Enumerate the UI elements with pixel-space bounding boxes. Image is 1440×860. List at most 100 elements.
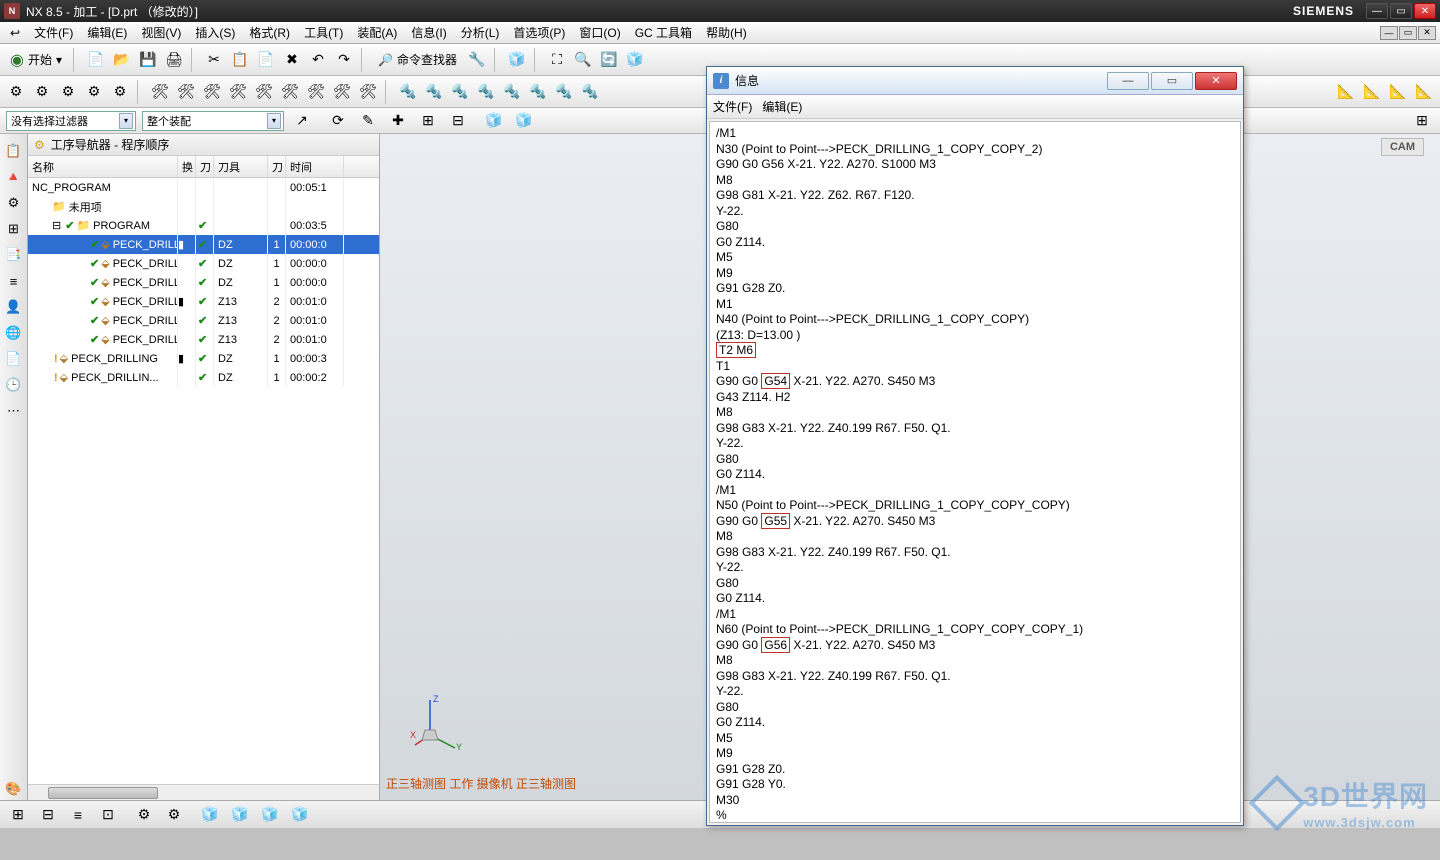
filter-e-icon[interactable]: ⊞	[416, 109, 440, 133]
rail-palette-icon[interactable]: 🎨	[3, 778, 25, 800]
op20-icon[interactable]: 🔩	[526, 80, 550, 104]
undo-icon[interactable]: ↶	[306, 48, 330, 72]
tree-row[interactable]: ✔⬙PECK_DRILL...✔DZ100:00:0	[28, 254, 379, 273]
delete-icon[interactable]: ✖	[280, 48, 304, 72]
info-titlebar[interactable]: i 信息 — ▭ ✕	[707, 67, 1243, 95]
info-menu-edit[interactable]: 编辑(E)	[762, 98, 802, 115]
menu-info[interactable]: 信息(I)	[405, 22, 452, 43]
menu-view[interactable]: 视图(V)	[135, 22, 187, 43]
redo-icon[interactable]: ↷	[332, 48, 356, 72]
save-icon[interactable]: 💾	[136, 48, 160, 72]
op5-icon[interactable]: ⚙	[108, 80, 132, 104]
cut-icon[interactable]: ✂	[202, 48, 226, 72]
mdi-restore-button[interactable]: ▭	[1399, 26, 1417, 40]
op16-icon[interactable]: 🔩	[422, 80, 446, 104]
col-time[interactable]: 时间	[286, 156, 344, 177]
col-change[interactable]: 换	[178, 156, 196, 177]
sb2-icon[interactable]: ⊟	[36, 803, 60, 827]
menu-preferences[interactable]: 首选项(P)	[507, 22, 571, 43]
fit-view-icon[interactable]: ⛶	[545, 48, 569, 72]
sb1-icon[interactable]: ⊞	[6, 803, 30, 827]
command-finder[interactable]: 🔎命令查找器	[372, 48, 463, 72]
opr1-icon[interactable]: 📐	[1334, 80, 1358, 104]
nav-hscroll[interactable]	[28, 784, 379, 800]
col-tool[interactable]: 刀具	[214, 156, 268, 177]
menu-tools[interactable]: 工具(T)	[298, 22, 349, 43]
op13-icon[interactable]: 🛠	[330, 80, 354, 104]
zoom-icon[interactable]: 🔍	[571, 48, 595, 72]
rail-layers-icon[interactable]: ≡	[3, 270, 25, 292]
sb5-icon[interactable]: ⚙	[132, 803, 156, 827]
tree-row[interactable]: ✔⬙PECK_DRILL...▮✔DZ100:00:0	[28, 235, 379, 254]
expand-panel-icon[interactable]: ⊞	[1410, 109, 1434, 133]
filter-a-icon[interactable]: ↗	[290, 109, 314, 133]
info-menu-file[interactable]: 文件(F)	[713, 98, 752, 115]
minimize-button[interactable]: —	[1366, 3, 1388, 19]
op21-icon[interactable]: 🔩	[552, 80, 576, 104]
tree-row[interactable]: NC_PROGRAM00:05:1	[28, 178, 379, 197]
col-name[interactable]: 名称	[28, 156, 178, 177]
menu-file[interactable]: 文件(F)	[28, 22, 79, 43]
close-button[interactable]: ✕	[1414, 3, 1436, 19]
tree-row[interactable]: 📁未用项	[28, 197, 379, 216]
menu-gc-toolbox[interactable]: GC 工具箱	[629, 22, 698, 43]
filter-f-icon[interactable]: ⊟	[446, 109, 470, 133]
op3-icon[interactable]: ⚙	[56, 80, 80, 104]
start-button[interactable]: ◉开始▾	[4, 48, 68, 72]
rail-machine-icon[interactable]: ⚙	[3, 192, 25, 214]
sb10-icon[interactable]: 🧊	[288, 803, 312, 827]
info-minimize-button[interactable]: —	[1107, 72, 1149, 90]
paste-icon[interactable]: 📄	[254, 48, 278, 72]
menu-window[interactable]: 窗口(O)	[573, 22, 626, 43]
opr2-icon[interactable]: 📐	[1360, 80, 1384, 104]
rail-tree-icon[interactable]: ⊞	[3, 218, 25, 240]
op9-icon[interactable]: 🛠	[226, 80, 250, 104]
op10-icon[interactable]: 🛠	[252, 80, 276, 104]
op7-icon[interactable]: 🛠	[174, 80, 198, 104]
menu-analysis[interactable]: 分析(L)	[455, 22, 506, 43]
shade-icon[interactable]: 🧊	[623, 48, 647, 72]
new-file-icon[interactable]: 📄	[84, 48, 108, 72]
op1-icon[interactable]: ⚙	[4, 80, 28, 104]
op18-icon[interactable]: 🔩	[474, 80, 498, 104]
filter-b-icon[interactable]: ⟳	[326, 109, 350, 133]
rail-navigator-icon[interactable]: 📋	[3, 140, 25, 162]
menu-edit[interactable]: 编辑(E)	[81, 22, 133, 43]
op8-icon[interactable]: 🛠	[200, 80, 224, 104]
info-close-button[interactable]: ✕	[1195, 72, 1237, 90]
filter-h-icon[interactable]: 🧊	[512, 109, 536, 133]
sb8-icon[interactable]: 🧊	[228, 803, 252, 827]
sb7-icon[interactable]: 🧊	[198, 803, 222, 827]
open-file-icon[interactable]: 📂	[110, 48, 134, 72]
col-tool-flag[interactable]: 刀	[196, 156, 214, 177]
op22-icon[interactable]: 🔩	[578, 80, 602, 104]
tree-row[interactable]: ✔⬙PECK_DRILL...✔Z13200:01:0	[28, 330, 379, 349]
op2-icon[interactable]: ⚙	[30, 80, 54, 104]
print-icon[interactable]: 🖨	[162, 48, 186, 72]
tree-row[interactable]: ⊟✔📁PROGRAM✔00:03:5	[28, 216, 379, 235]
opr4-icon[interactable]: 📐	[1412, 80, 1436, 104]
info-maximize-button[interactable]: ▭	[1151, 72, 1193, 90]
rail-clock-icon[interactable]: 🕒	[3, 374, 25, 396]
opr3-icon[interactable]: 📐	[1386, 80, 1410, 104]
tool-b-icon[interactable]: 🧊	[505, 48, 529, 72]
op15-icon[interactable]: 🔩	[396, 80, 420, 104]
rail-doc-icon[interactable]: 📄	[3, 348, 25, 370]
scope-filter-combo[interactable]: 整个装配▾	[142, 111, 284, 131]
mdi-minimize-button[interactable]: —	[1380, 26, 1398, 40]
sb6-icon[interactable]: ⚙	[162, 803, 186, 827]
op17-icon[interactable]: 🔩	[448, 80, 472, 104]
tree-row[interactable]: !⬙PECK_DRILLIN...✔DZ100:00:2	[28, 368, 379, 387]
op6-icon[interactable]: 🛠	[148, 80, 172, 104]
sb4-icon[interactable]: ⊡	[96, 803, 120, 827]
filter-d-icon[interactable]: ✚	[386, 109, 410, 133]
op12-icon[interactable]: 🛠	[304, 80, 328, 104]
menu-format[interactable]: 格式(R)	[243, 22, 296, 43]
mdi-close-button[interactable]: ✕	[1418, 26, 1436, 40]
tree-row[interactable]: ✔⬙PECK_DRILL...✔DZ100:00:0	[28, 273, 379, 292]
sb9-icon[interactable]: 🧊	[258, 803, 282, 827]
tree-row[interactable]: !⬙PECK_DRILLING▮✔DZ100:00:3	[28, 349, 379, 368]
menu-nav-icon[interactable]: ↩	[4, 24, 26, 42]
rail-other-icon[interactable]: ⋯	[3, 400, 25, 422]
sb3-icon[interactable]: ≡	[66, 803, 90, 827]
